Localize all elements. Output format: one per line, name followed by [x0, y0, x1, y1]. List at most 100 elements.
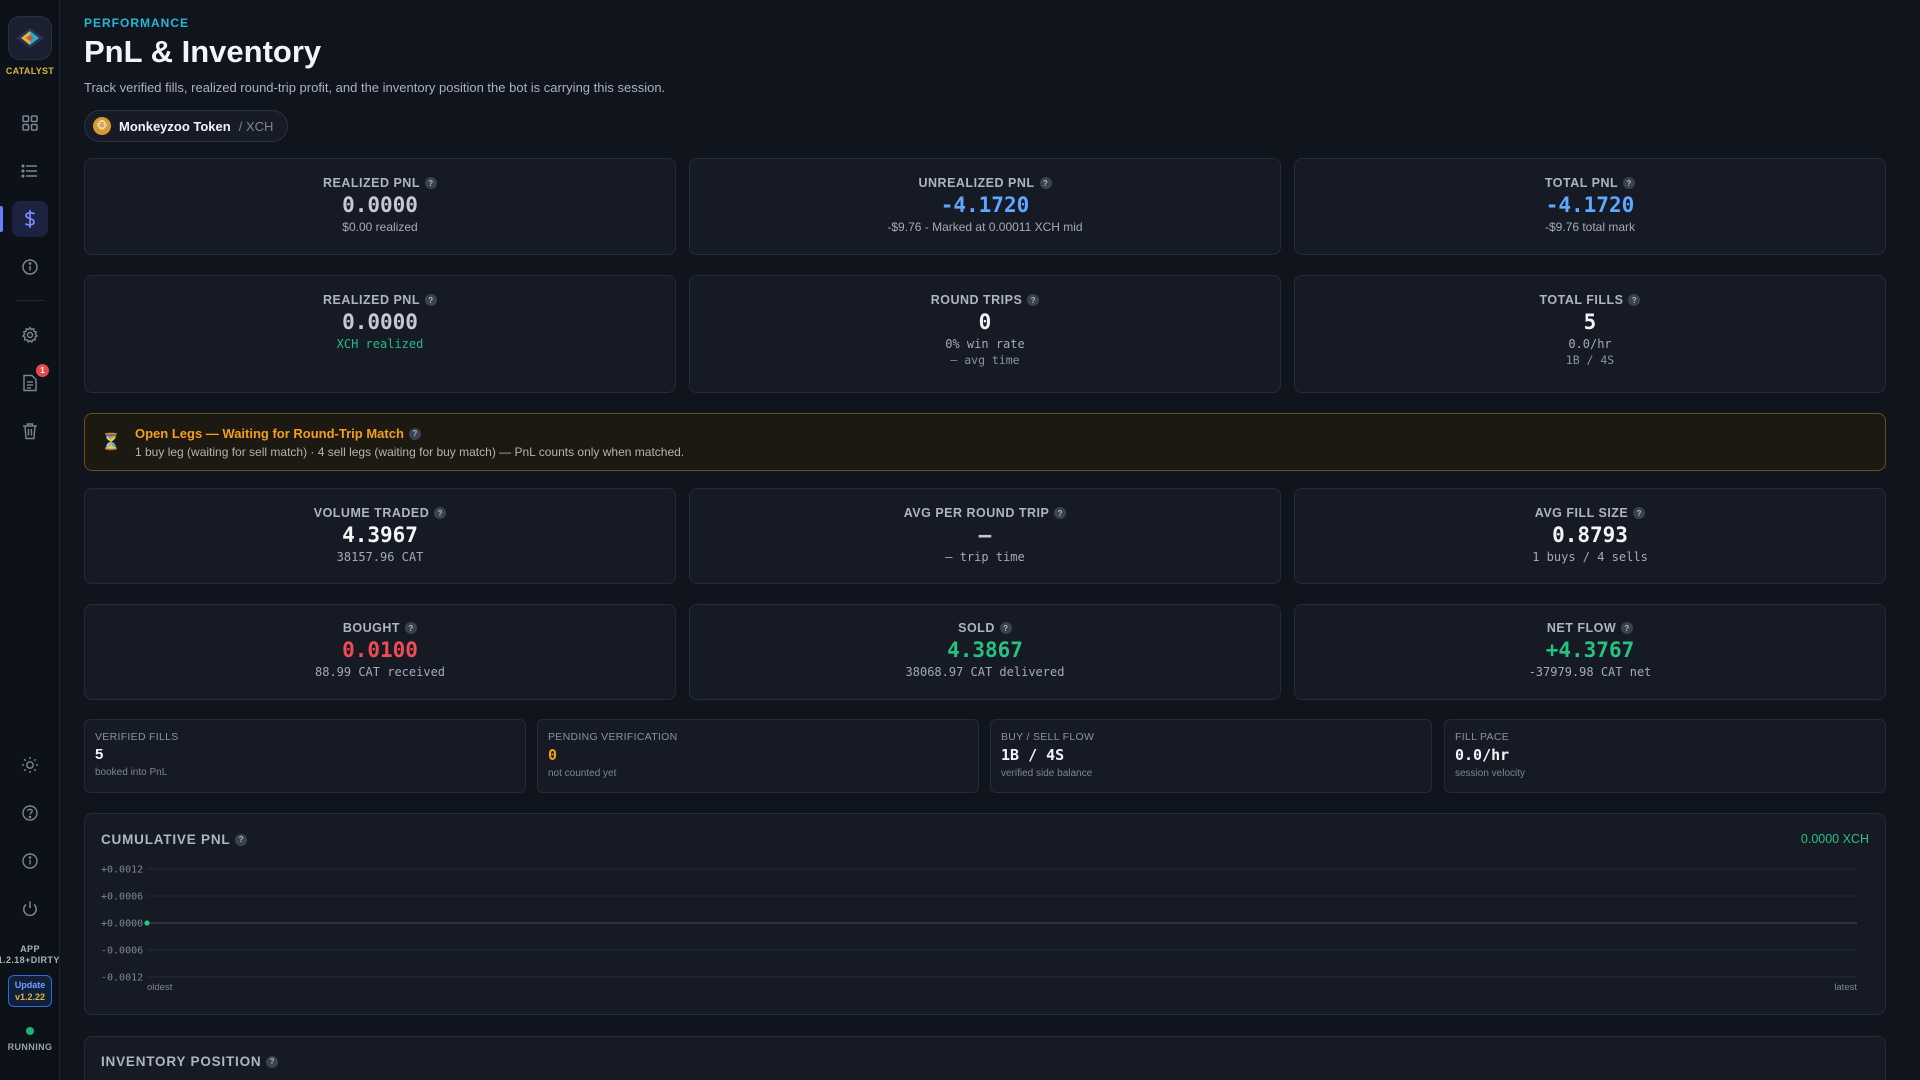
card-label: ROUND TRIPS [930, 293, 1023, 307]
fill-pace-stat: FILL PACE 0.0/hr session velocity [1444, 719, 1886, 793]
card-sub: 0.0/hr [1568, 337, 1612, 351]
verified-fills-stat: VERIFIED FILLS 5 booked into PnL [84, 719, 526, 793]
help-icon[interactable]: ? [1633, 507, 1646, 519]
help-icon[interactable]: ? [1628, 294, 1641, 306]
card-value: -4.1720 [940, 193, 1030, 217]
card-value: 4.3967 [342, 523, 418, 547]
y-tick-label: +0.0012 [101, 865, 143, 876]
card-value: 4.3867 [947, 638, 1023, 662]
card-value: — [978, 523, 992, 547]
unrealized-pnl-card: UNREALIZED PNL? -4.1720 -$9.76 - Marked … [689, 158, 1281, 255]
y-tick-label: +0.0006 [101, 892, 143, 903]
net-flow-card: NET FLOW? +4.3767 -37979.98 CAT net [1294, 604, 1886, 700]
page-title: PnL & Inventory [84, 34, 322, 69]
data-point [144, 920, 150, 926]
card-label: TOTAL PNL [1544, 176, 1619, 190]
avg-fill-size-card: AVG FILL SIZE? 0.8793 1 buys / 4 sells [1294, 488, 1886, 584]
nav-trash-icon[interactable] [12, 413, 48, 449]
help-icon[interactable]: ? [1054, 507, 1067, 519]
card-sub-secondary: — avg time [950, 353, 1020, 367]
running-status-dot [26, 1027, 34, 1035]
nav-info-icon[interactable] [12, 249, 48, 285]
help-question-icon[interactable] [12, 795, 48, 831]
help-icon[interactable]: ? [1039, 177, 1052, 189]
card-sub: — trip time [945, 550, 1025, 564]
card-sub: 38157.96 CAT [336, 550, 424, 564]
nav-pnl-dollar-icon[interactable] [12, 201, 48, 237]
stat-sub: not counted yet [548, 768, 617, 779]
stat-label: PENDING VERIFICATION [548, 731, 678, 743]
token-pair-selector[interactable]: 🐵 Monkeyzoo Token / XCH [84, 110, 289, 142]
card-sub: 88.99 CAT received [314, 665, 446, 679]
about-info-icon[interactable] [12, 843, 48, 879]
card-label: SOLD [958, 621, 995, 635]
open-legs-banner: ⏳ Open Legs — Waiting for Round-Trip Mat… [84, 413, 1886, 471]
card-value: 5 [1583, 310, 1597, 334]
cumulative-pnl-card: CUMULATIVE PNL? 0.0000 XCH +0.0012 +0.000… [84, 813, 1886, 1015]
nav-list-icon[interactable] [12, 153, 48, 189]
card-sub-secondary: 1B / 4S [1565, 353, 1615, 367]
card-label: REALIZED PNL [323, 293, 420, 307]
card-label: NET FLOW [1546, 621, 1617, 635]
app-label: APP [20, 944, 40, 954]
y-tick-label: -0.0012 [101, 973, 143, 984]
sidebar: CATALYST 1 APP v1.2.18+DIRTY Update v1.2… [0, 0, 60, 1080]
app-version: v1.2.18+DIRTY [0, 955, 60, 965]
card-sub: 0% win rate [945, 337, 1025, 351]
theme-toggle-sun-icon[interactable] [12, 747, 48, 783]
help-icon[interactable]: ? [1623, 177, 1636, 189]
stat-sub: verified side balance [1001, 768, 1093, 779]
brand-name: CATALYST [5, 66, 55, 76]
power-icon[interactable] [12, 891, 48, 927]
card-sub: -37979.98 CAT net [1528, 665, 1652, 679]
quote-asset: / XCH [238, 118, 274, 134]
nav-settings-gear-icon[interactable] [12, 317, 48, 353]
card-value: 0.0100 [342, 638, 418, 662]
stat-value: 5 [95, 746, 104, 763]
app-logo[interactable] [8, 16, 52, 60]
help-icon[interactable]: ? [266, 1055, 279, 1068]
stat-value: 0.0/hr [1455, 746, 1510, 764]
card-sub: 38068.97 CAT delivered [905, 665, 1065, 679]
realized-xch-card: REALIZED PNL? 0.0000 XCH realized [84, 275, 676, 393]
card-sub: -$9.76 - Marked at 0.00011 XCH mid [887, 220, 1083, 234]
sold-card: SOLD? 4.3867 38068.97 CAT delivered [689, 604, 1281, 700]
help-icon[interactable]: ? [424, 177, 437, 189]
card-sub: -$9.76 total mark [1544, 220, 1636, 234]
help-icon[interactable]: ? [999, 622, 1012, 634]
stat-label: VERIFIED FILLS [95, 731, 179, 743]
buy-sell-flow-stat: BUY / SELL FLOW 1B / 4S verified side ba… [990, 719, 1432, 793]
update-button[interactable]: Update v1.2.22 [8, 975, 52, 1007]
help-icon[interactable]: ? [405, 622, 418, 634]
help-icon[interactable]: ? [1027, 294, 1040, 306]
card-value: 0.8793 [1552, 523, 1628, 547]
help-icon[interactable]: ? [1621, 622, 1634, 634]
banner-description: 1 buy leg (waiting for sell match) · 4 s… [135, 445, 685, 459]
card-sub: 1 buys / 4 sells [1532, 550, 1648, 564]
card-value: 0.0000 [342, 310, 418, 334]
inventory-position-card: INVENTORY POSITION? [84, 1036, 1886, 1080]
help-icon[interactable]: ? [424, 294, 437, 306]
running-status-label: RUNNING [7, 1042, 53, 1052]
pending-verification-stat: PENDING VERIFICATION 0 not counted yet [537, 719, 979, 793]
stat-value: 1B / 4S [1001, 746, 1065, 764]
total-pnl-card: TOTAL PNL? -4.1720 -$9.76 total mark [1294, 158, 1886, 255]
nav-dashboard-icon[interactable] [12, 105, 48, 141]
round-trips-card: ROUND TRIPS? 0 0% win rate — avg time [689, 275, 1281, 393]
help-icon[interactable]: ? [434, 507, 447, 519]
page-subtitle: Track verified fills, realized round-tri… [84, 80, 666, 95]
bought-card: BOUGHT? 0.0100 88.99 CAT received [84, 604, 676, 700]
x-label-start: oldest [147, 982, 173, 993]
y-tick-label: +0.0000 [101, 919, 143, 930]
help-icon[interactable]: ? [408, 427, 421, 440]
section-title: INVENTORY POSITION [101, 1054, 262, 1069]
card-label: AVG FILL SIZE [1534, 506, 1629, 520]
update-version: v1.2.22 [14, 992, 46, 1002]
hourglass-icon: ⏳ [101, 434, 121, 451]
token-coin-icon: 🐵 [93, 117, 111, 135]
card-value: -4.1720 [1545, 193, 1635, 217]
total-fills-card: TOTAL FILLS? 5 0.0/hr 1B / 4S [1294, 275, 1886, 393]
active-nav-indicator [0, 206, 3, 232]
card-value: +4.3767 [1545, 638, 1635, 662]
volume-traded-card: VOLUME TRADED? 4.3967 38157.96 CAT [84, 488, 676, 584]
